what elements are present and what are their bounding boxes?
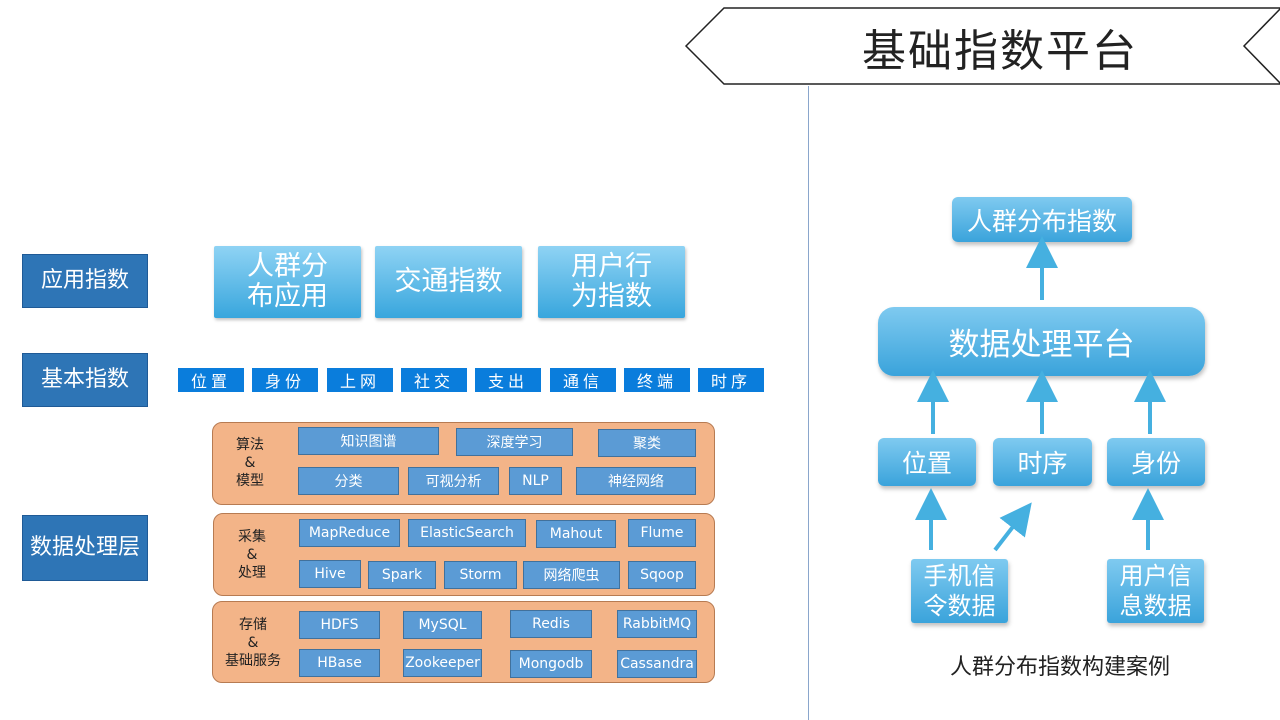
diagram-caption: 人群分布指数构建案例 [949, 655, 1170, 680]
flow-arrows [915, 236, 1166, 552]
arrow-mobile-to-timing [993, 502, 1032, 552]
